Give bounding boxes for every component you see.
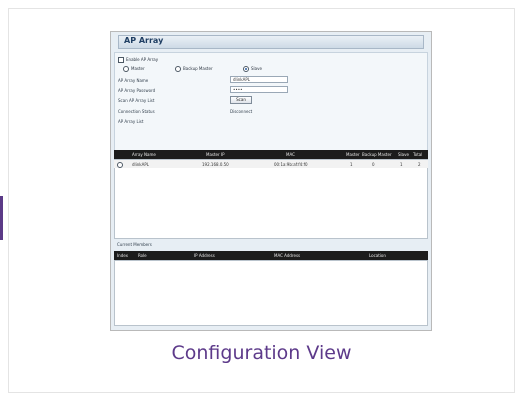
cell-array-name: dlinkAPL — [132, 162, 149, 167]
col-role: Role — [138, 253, 147, 258]
cell-backup-master: 0 — [372, 162, 375, 167]
radio-icon[interactable] — [117, 162, 123, 168]
col-master-ip: Master IP — [206, 152, 225, 157]
col-location: Location — [369, 253, 386, 258]
connection-status-value: Disconnect — [230, 109, 253, 114]
scan-list-label: Scan AP Array List — [118, 98, 155, 103]
side-accent-bar — [0, 196, 3, 240]
members-list-pane — [114, 260, 428, 326]
array-list-pane — [114, 159, 428, 239]
connection-status-label: Connection Status — [118, 109, 155, 114]
col-mac: MAC — [286, 152, 295, 157]
screenshot-panel: AP Array Enable AP Array Master Backup M… — [110, 31, 432, 331]
col-slave: Slave — [398, 152, 409, 157]
col-array-name: Array Name — [132, 152, 156, 157]
row-select-radio[interactable] — [117, 162, 125, 168]
scan-button[interactable]: Scan — [230, 96, 252, 104]
mode-radio-slave[interactable]: Slave — [243, 66, 262, 72]
col-backup-master: Backup Master — [362, 152, 392, 157]
cell-total: 2 — [418, 162, 421, 167]
radio-icon[interactable] — [123, 66, 129, 72]
enable-label: Enable AP Array — [126, 57, 159, 62]
array-list-label: AP Array List — [118, 119, 144, 124]
array-name-label: AP Array Name — [118, 78, 149, 83]
array-password-label: AP Array Password — [118, 88, 156, 93]
figure-caption: Configuration View — [171, 342, 352, 364]
col-ip-address: IP Address — [194, 253, 215, 258]
radio-selected-icon[interactable] — [243, 66, 249, 72]
table-row[interactable]: dlinkAPL 192.168.0.50 00:1a:9b:af:f4:f0 … — [114, 160, 428, 168]
members-table-header: Index Role IP Address MAC Address Locati… — [114, 251, 428, 260]
col-index: Index — [117, 253, 129, 258]
array-name-input[interactable]: dlinkAPL — [230, 76, 288, 83]
radio-icon[interactable] — [175, 66, 181, 72]
array-table-header: Array Name Master IP MAC Master Backup M… — [114, 150, 428, 159]
cell-slave: 1 — [400, 162, 403, 167]
array-password-input[interactable]: •••• — [230, 86, 288, 93]
mode-label-slave: Slave — [251, 66, 262, 71]
current-members-label: Current Members — [117, 242, 152, 247]
cell-master-ip: 192.168.0.50 — [202, 162, 229, 167]
mode-label-backup-master: Backup Master — [183, 66, 213, 71]
enable-row[interactable]: Enable AP Array — [118, 57, 158, 63]
enable-checkbox[interactable] — [118, 57, 124, 63]
cell-master: 1 — [350, 162, 353, 167]
window-title-bar: AP Array — [118, 35, 424, 49]
window-title: AP Array — [124, 36, 164, 45]
col-total: Total — [413, 152, 423, 157]
mode-radio-backup-master[interactable]: Backup Master — [175, 66, 213, 72]
mode-radio-master[interactable]: Master — [123, 66, 145, 72]
col-master: Master — [346, 152, 360, 157]
cell-mac: 00:1a:9b:af:f4:f0 — [274, 162, 308, 167]
col-mac-address: MAC Address — [274, 253, 301, 258]
mode-label-master: Master — [131, 66, 145, 71]
